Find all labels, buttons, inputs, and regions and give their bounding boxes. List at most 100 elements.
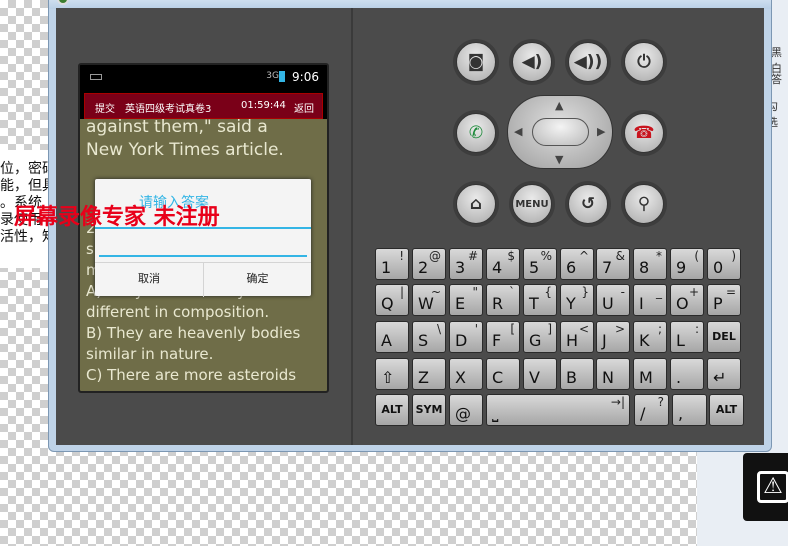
key-2-0[interactable]: A xyxy=(375,321,409,353)
key-1-6[interactable]: U- xyxy=(596,284,630,316)
camera-button[interactable]: ◙ xyxy=(456,42,496,82)
key-alt-label: ~ xyxy=(430,285,441,299)
key-0-4[interactable]: 5% xyxy=(523,248,557,280)
key-3-8[interactable]: . xyxy=(670,358,704,390)
key-alt-label: ; xyxy=(657,322,662,336)
key-label: @ xyxy=(455,404,471,423)
content-line: against them," said a xyxy=(86,117,268,137)
power-button[interactable]: ⏻ xyxy=(624,42,664,82)
end-call-button[interactable]: ☎ xyxy=(624,113,664,153)
ok-button[interactable]: 确定 xyxy=(203,263,311,297)
key-2-3[interactable]: F[ xyxy=(486,321,520,353)
key-4-5[interactable]: , xyxy=(672,394,707,426)
key-3-1[interactable]: Z xyxy=(412,358,446,390)
key-label: O xyxy=(676,294,689,313)
key-label: / xyxy=(640,404,646,423)
submit-button[interactable]: 提交 xyxy=(95,100,115,115)
exam-timer: 01:59:44 xyxy=(241,100,286,111)
key-0-2[interactable]: 3 # xyxy=(449,248,483,280)
key-4-0[interactable]: ALT xyxy=(375,394,409,426)
volume-up-button[interactable]: ◀)) xyxy=(568,42,608,82)
key-3-4[interactable]: V xyxy=(523,358,557,390)
key-1-4[interactable]: T{ xyxy=(523,284,557,316)
key-label: L xyxy=(676,331,685,350)
corner-icon: ⚠ xyxy=(757,471,788,503)
key-2-5[interactable]: H < xyxy=(560,321,594,353)
menu-label: MENU xyxy=(515,198,549,210)
key-2-7[interactable]: K; xyxy=(633,321,667,353)
key-1-5[interactable]: Y} xyxy=(560,284,594,316)
corner-app-icon[interactable]: ⚠ xyxy=(743,453,788,521)
key-alt-label: \ xyxy=(436,322,441,336)
key-alt-label: | xyxy=(399,285,404,299)
key-1-9[interactable]: P = xyxy=(707,284,741,316)
back-button[interactable]: 返回 xyxy=(294,100,314,115)
key-alt-label: ) xyxy=(731,249,736,263)
key-0-9[interactable]: 0) xyxy=(707,248,741,280)
content-line: New York Times article. xyxy=(86,140,284,160)
key-1-8[interactable]: O + xyxy=(670,284,704,316)
content-line: similar in nature. xyxy=(86,345,214,363)
key-label: DEL xyxy=(712,330,736,343)
key-3-6[interactable]: N xyxy=(596,358,630,390)
key-label: I xyxy=(639,294,644,313)
answer-input[interactable] xyxy=(99,239,307,257)
key-4-3[interactable]: ⎵ →| xyxy=(486,394,630,426)
key-1-3[interactable]: R ` xyxy=(486,284,520,316)
exam-title: 英语四级考试真卷3 xyxy=(125,104,212,115)
key-alt-label: < xyxy=(578,322,589,336)
key-1-1[interactable]: W ~ xyxy=(412,284,446,316)
key-label: R xyxy=(492,294,504,313)
key-alt-label: _ xyxy=(656,285,662,299)
dpad-center-button[interactable] xyxy=(532,118,589,146)
key-0-5[interactable]: 6 ^ xyxy=(560,248,594,280)
key-3-7[interactable]: M xyxy=(633,358,667,390)
volume-down-button[interactable]: ◀) xyxy=(512,42,552,82)
key-4-6[interactable]: ALT xyxy=(709,394,744,426)
back-hw-button[interactable]: ↺ xyxy=(568,184,608,224)
key-1-7[interactable]: I _ xyxy=(633,284,667,316)
key-2-1[interactable]: S \ xyxy=(412,321,446,353)
key-3-3[interactable]: C xyxy=(486,358,520,390)
back-icon: ↺ xyxy=(580,194,596,214)
cancel-button[interactable]: 取消 xyxy=(95,263,203,297)
window-icon xyxy=(57,0,69,5)
search-button[interactable]: ⚲ xyxy=(624,184,664,224)
key-0-3[interactable]: 4 $ xyxy=(486,248,520,280)
key-3-5[interactable]: B xyxy=(560,358,594,390)
key-2-8[interactable]: L: xyxy=(670,321,704,353)
key-alt-label: { xyxy=(544,285,552,299)
key-2-9[interactable]: DEL xyxy=(707,321,741,353)
menu-button[interactable]: MENU xyxy=(512,184,552,224)
key-0-6[interactable]: 7 & xyxy=(596,248,630,280)
key-1-0[interactable]: Q | xyxy=(375,284,409,316)
key-4-1[interactable]: SYM xyxy=(412,394,446,426)
key-3-0[interactable]: ⇧ xyxy=(375,358,409,390)
key-alt-label: + xyxy=(688,285,699,299)
home-button[interactable]: ⌂ xyxy=(456,184,496,224)
key-2-4[interactable]: G] xyxy=(523,321,557,353)
status-bar: 3G 9:06 xyxy=(80,65,327,89)
key-alt-label: ! xyxy=(399,249,404,263)
key-3-2[interactable]: X xyxy=(449,358,483,390)
key-4-4[interactable]: /? xyxy=(634,394,669,426)
key-label: P xyxy=(713,294,723,313)
app-bar: 提交 英语四级考试真卷3 01:59:44 返回 xyxy=(84,93,323,119)
key-4-2[interactable]: @ xyxy=(449,394,483,426)
key-0-1[interactable]: 2 @ xyxy=(412,248,446,280)
key-2-6[interactable]: J > xyxy=(596,321,630,353)
call-button[interactable]: ✆ xyxy=(456,113,496,153)
dpad-down-icon: ▼ xyxy=(555,153,564,166)
key-0-8[interactable]: 9( xyxy=(670,248,704,280)
option-c[interactable]: C) There are more asteroids xyxy=(86,366,296,385)
home-icon: ⌂ xyxy=(469,194,483,214)
key-2-2[interactable]: D ' xyxy=(449,321,483,353)
keyboard-status-icon xyxy=(90,74,102,80)
key-0-7[interactable]: 8 * xyxy=(633,248,667,280)
key-0-0[interactable]: 1! xyxy=(375,248,409,280)
watermark-text: 屏幕录像专家 未注册 xyxy=(14,204,220,230)
option-b[interactable]: B) They are heavenly bodies xyxy=(86,324,300,343)
key-label: ALT xyxy=(381,403,403,416)
key-1-2[interactable]: E " xyxy=(449,284,483,316)
key-3-9[interactable]: ↵ xyxy=(707,358,741,390)
